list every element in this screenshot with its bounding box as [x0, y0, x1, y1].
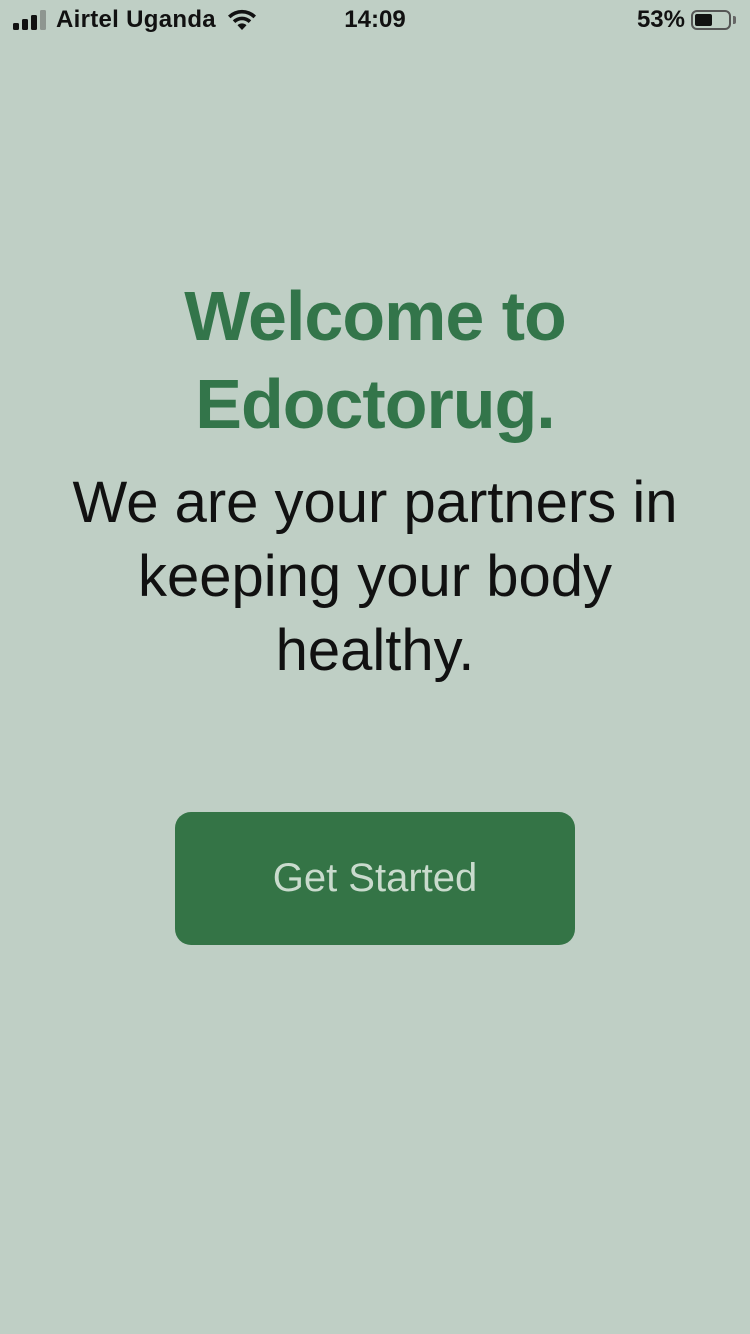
- battery-percentage: 53%: [636, 6, 685, 33]
- battery-icon: [691, 10, 731, 30]
- battery-level: [695, 14, 712, 26]
- welcome-heading-line1: Welcome to: [184, 277, 567, 355]
- battery-cap: [733, 16, 736, 24]
- tagline: We are your partners in keeping your bod…: [72, 470, 678, 683]
- welcome-heading: Welcome to Edoctorug.: [0, 272, 750, 448]
- welcome-heading-app-name: Edoctorug.: [195, 365, 555, 443]
- status-bar-right: 53%: [637, 6, 736, 34]
- status-bar: Airtel Uganda 14:09 53%: [0, 0, 750, 40]
- get-started-button[interactable]: Get Started: [175, 812, 575, 945]
